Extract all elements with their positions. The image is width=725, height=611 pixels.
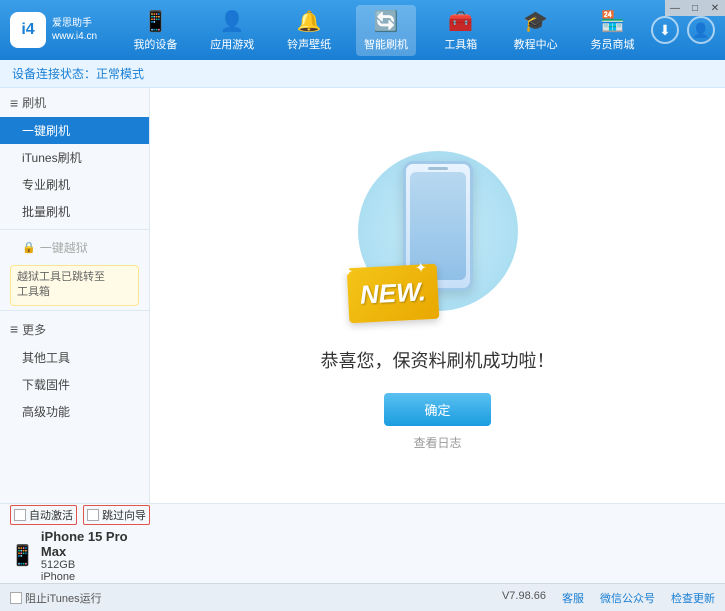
sidebar-flash-header[interactable]: ≡ 刷机 — [0, 88, 149, 117]
nav-smart-flash-label: 智能刷机 — [364, 36, 408, 52]
sparkle-1: ✦ — [341, 263, 354, 281]
nav-tutorial[interactable]: 🎓 教程中心 — [506, 5, 566, 56]
device-phone-icon: 📱 — [10, 543, 35, 568]
nav-my-device-label: 我的设备 — [133, 36, 177, 52]
phone-speaker — [428, 167, 448, 170]
auto-activate-checkbox[interactable] — [14, 509, 26, 521]
window-controls: — □ ✕ — [665, 0, 725, 16]
status-left: 阻止iTunes运行 — [10, 590, 102, 606]
confirm-button[interactable]: 确定 — [384, 393, 490, 426]
nav-toolbox[interactable]: 🧰 工具箱 — [433, 5, 489, 56]
flash-section-icon: ≡ — [10, 95, 18, 111]
toolbox-icon: 🧰 — [448, 9, 473, 34]
device-name: iPhone 15 Pro Max — [41, 529, 150, 559]
sidebar: ≡ 刷机 一键刷机 iTunes刷机 专业刷机 批量刷机 🔒 一键越狱 越狱工具… — [0, 88, 150, 503]
download-button[interactable]: ⬇ — [651, 16, 679, 44]
nav-merchant-label: 务员商城 — [591, 36, 635, 52]
main-layout: ≡ 刷机 一键刷机 iTunes刷机 专业刷机 批量刷机 🔒 一键越狱 越狱工具… — [0, 88, 725, 503]
new-badge-text: NEW. — [359, 276, 426, 310]
device-bar-left: 自动激活 跳过向导 📱 iPhone 15 Pro Max 512GB iPho… — [10, 505, 150, 583]
tutorial-icon: 🎓 — [523, 9, 548, 34]
more-section-icon: ≡ — [10, 321, 18, 337]
sidebar-itunes-flash[interactable]: iTunes刷机 — [0, 144, 149, 171]
minimize-button[interactable]: — — [665, 0, 685, 16]
sidebar-jailbreak-disabled: 🔒 一键越狱 — [0, 234, 149, 261]
nav-merchant[interactable]: 🏪 务员商城 — [583, 5, 643, 56]
device-type: iPhone — [41, 571, 150, 583]
status-bar: 阻止iTunes运行 V7.98.66 客服 微信公众号 检查更新 — [0, 583, 725, 611]
user-button[interactable]: 👤 — [687, 16, 715, 44]
time-guide-option[interactable]: 跳过向导 — [83, 505, 150, 525]
nav-smart-flash[interactable]: 🔄 智能刷机 — [356, 5, 416, 56]
logo-text: 爱思助手 www.i4.cn — [52, 17, 97, 43]
phone-illustration: ✦ NEW. ✦ — [348, 141, 528, 331]
sidebar-advanced[interactable]: 高级功能 — [0, 398, 149, 425]
stop-itunes-label: 阻止iTunes运行 — [25, 590, 102, 606]
nav-ringtones-label: 铃声壁纸 — [287, 36, 331, 52]
new-badge: ✦ NEW. ✦ — [346, 263, 439, 323]
auto-options: 自动激活 跳过向导 — [10, 505, 150, 525]
customer-service-link[interactable]: 客服 — [562, 590, 584, 606]
nav-app-games-label: 应用游戏 — [210, 36, 254, 52]
device-bar: 自动激活 跳过向导 📱 iPhone 15 Pro Max 512GB iPho… — [0, 503, 725, 583]
device-details: iPhone 15 Pro Max 512GB iPhone — [41, 529, 150, 583]
app-games-icon: 👤 — [220, 9, 245, 34]
nav-tutorial-label: 教程中心 — [514, 36, 558, 52]
maximize-button[interactable]: □ — [685, 0, 705, 16]
view-log-link[interactable]: 查看日志 — [413, 434, 461, 451]
sidebar-onekey-flash[interactable]: 一键刷机 — [0, 117, 149, 144]
logo: i4 爱思助手 www.i4.cn — [10, 12, 97, 48]
version-label: V7.98.66 — [502, 590, 546, 606]
sidebar-more-header[interactable]: ≡ 更多 — [0, 315, 149, 344]
success-message: 恭喜您，保资料刷机成功啦！ — [321, 347, 555, 373]
header-actions: ⬇ 👤 — [651, 16, 715, 44]
status-right: V7.98.66 客服 微信公众号 检查更新 — [502, 590, 715, 606]
sidebar-divider-1 — [0, 229, 149, 230]
nav-bar: 📱 我的设备 👤 应用游戏 🔔 铃声壁纸 🔄 智能刷机 🧰 工具箱 🎓 — [117, 5, 651, 56]
content-area: ✦ NEW. ✦ 恭喜您，保资料刷机成功啦！ 确定 查看日志 — [150, 88, 725, 503]
sidebar-batch-flash[interactable]: 批量刷机 — [0, 198, 149, 225]
nav-my-device[interactable]: 📱 我的设备 — [125, 5, 185, 56]
sidebar-pro-flash[interactable]: 专业刷机 — [0, 171, 149, 198]
merchant-icon: 🏪 — [600, 9, 625, 34]
sidebar-download-firmware[interactable]: 下载固件 — [0, 371, 149, 398]
check-update-link[interactable]: 检查更新 — [671, 590, 715, 606]
stop-itunes-option[interactable]: 阻止iTunes运行 — [10, 590, 102, 606]
ringtones-icon: 🔔 — [297, 9, 322, 34]
logo-icon: i4 — [10, 12, 46, 48]
wechat-link[interactable]: 微信公众号 — [600, 590, 655, 606]
nav-toolbox-label: 工具箱 — [444, 36, 477, 52]
smart-flash-icon: 🔄 — [374, 9, 399, 34]
close-button[interactable]: ✕ — [705, 0, 725, 16]
device-storage: 512GB — [41, 559, 150, 571]
my-device-icon: 📱 — [143, 9, 168, 34]
sidebar-notice: 越狱工具已跳转至 工具箱 — [10, 265, 139, 306]
device-info: 📱 iPhone 15 Pro Max 512GB iPhone — [10, 529, 150, 583]
sparkle-2: ✦ — [414, 259, 427, 277]
time-guide-checkbox[interactable] — [87, 509, 99, 521]
sidebar-other-tools[interactable]: 其他工具 — [0, 344, 149, 371]
stop-itunes-checkbox[interactable] — [10, 592, 22, 604]
nav-app-games[interactable]: 👤 应用游戏 — [202, 5, 262, 56]
sidebar-divider-2 — [0, 310, 149, 311]
header: i4 爱思助手 www.i4.cn 📱 我的设备 👤 应用游戏 🔔 铃声壁纸 🔄 — [0, 0, 725, 60]
breadcrumb: 设备连接状态：正常模式 — [0, 60, 725, 88]
auto-activate-option[interactable]: 自动激活 — [10, 505, 77, 525]
nav-ringtones[interactable]: 🔔 铃声壁纸 — [279, 5, 339, 56]
